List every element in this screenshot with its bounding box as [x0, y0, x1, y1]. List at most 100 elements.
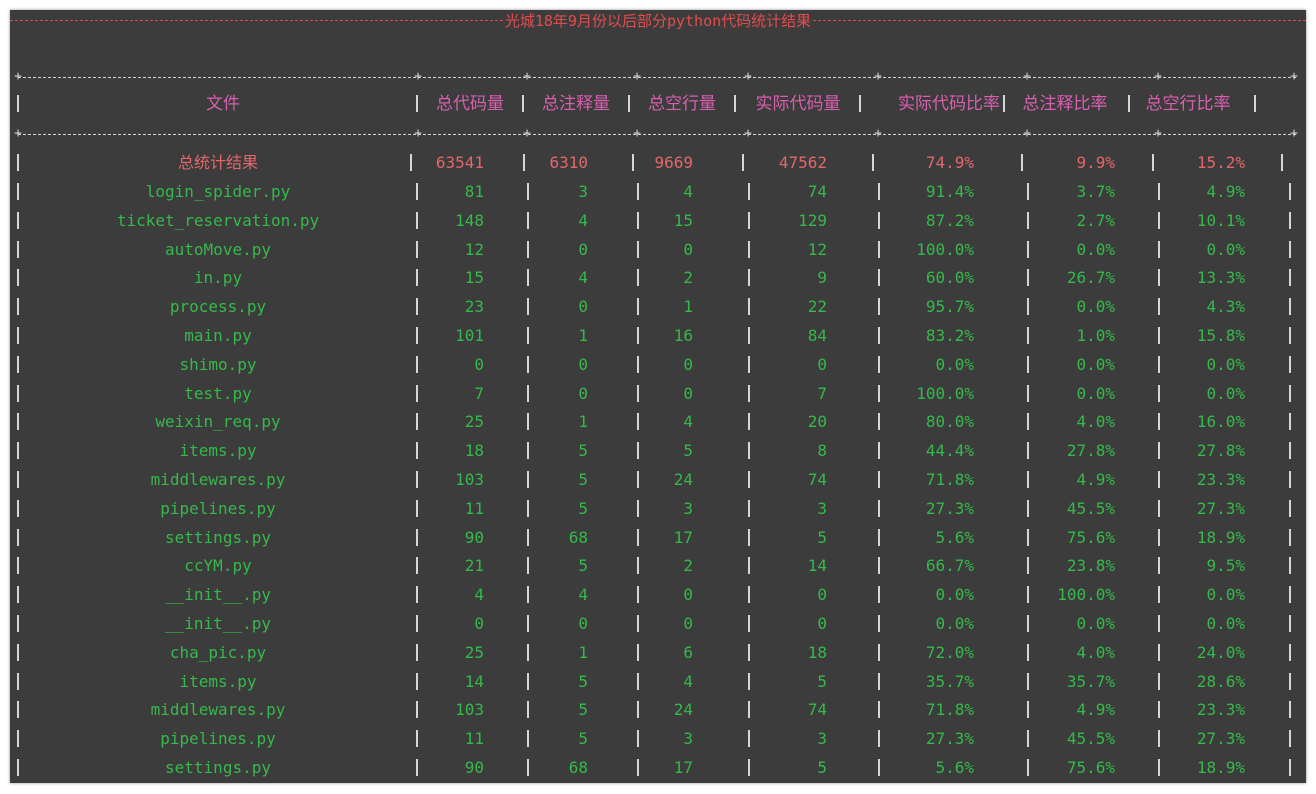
- table-row: __init__.py 0 0 0 0 0.0% 0.0% 0.0%: [10, 610, 1306, 638]
- header-bottom-border: [18, 134, 1296, 135]
- file-name-cell: weixin_req.py: [155, 412, 281, 432]
- column-divider: [1289, 240, 1291, 258]
- value-cell: 75.6%: [1066, 527, 1115, 547]
- terminal-window: 光城18年9月份以后部分python代码统计结果 + + + + + + + + + 文件 总代码量…: [10, 10, 1306, 783]
- column-divider: [1289, 643, 1291, 661]
- file-name-cell: items.py: [179, 671, 257, 691]
- summary-row: 总统计结果 63541 6310 9669 47562 74.9% 9.9% 15.2%: [10, 149, 1306, 177]
- column-divider: [17, 327, 19, 344]
- value-cell: 4.9%: [1206, 182, 1245, 201]
- border-corner: +: [14, 126, 22, 141]
- value-cell: 0: [683, 614, 693, 633]
- value-cell: 21: [464, 556, 484, 576]
- value-cell: 4: [578, 268, 588, 288]
- file-name-cell: pipelines.py: [160, 498, 276, 518]
- table-top-border: [18, 77, 1296, 78]
- value-cell: 0: [474, 614, 484, 633]
- value-cell: 3: [817, 729, 827, 749]
- value-cell: 47562: [778, 153, 827, 172]
- file-name-cell: middlewares.py: [150, 700, 286, 720]
- value-cell: 101: [455, 326, 484, 345]
- value-cell: 5: [578, 498, 588, 518]
- value-cell: 100.0%: [916, 383, 974, 403]
- value-cell: 7: [474, 383, 484, 403]
- column-divider: [17, 701, 19, 719]
- column-divider: [17, 759, 19, 776]
- value-cell: 7: [817, 383, 827, 403]
- table-row: pipelines.py 11 5 3 3 27.3% 45.5% 27.3%: [10, 725, 1306, 753]
- value-cell: 6: [683, 642, 693, 662]
- value-cell: 24: [673, 700, 693, 720]
- border-corner: +: [523, 69, 531, 84]
- value-cell: 5: [578, 470, 588, 489]
- value-cell: 3: [683, 729, 693, 749]
- column-divider: [1289, 615, 1291, 632]
- value-cell: 0: [578, 354, 588, 374]
- value-cell: 25: [464, 642, 484, 662]
- value-cell: 18.9%: [1196, 527, 1245, 547]
- value-cell: 45.5%: [1066, 498, 1115, 518]
- value-cell: 23.8%: [1066, 556, 1115, 576]
- value-cell: 11: [464, 729, 484, 749]
- border-corner: +: [633, 126, 641, 141]
- table-row: shimo.py 0 0 0 0 0.0% 0.0% 0.0%: [10, 351, 1306, 379]
- value-cell: 27.3%: [925, 498, 974, 518]
- value-cell: 27.8%: [1066, 441, 1115, 461]
- column-divider: [1289, 701, 1291, 719]
- border-corner: +: [14, 69, 22, 84]
- column-divider: [1289, 557, 1291, 575]
- value-cell: 17: [673, 758, 693, 777]
- column-divider: [17, 730, 19, 748]
- value-cell: 72.0%: [925, 642, 974, 662]
- value-cell: 15.2%: [1196, 153, 1245, 172]
- column-divider: [17, 643, 19, 661]
- column-divider: [1281, 154, 1283, 171]
- file-name-cell: in.py: [193, 268, 243, 288]
- column-divider: [17, 154, 19, 171]
- file-name-cell: pipelines.py: [160, 729, 276, 749]
- column-divider: [17, 355, 19, 373]
- value-cell: 23.3%: [1196, 700, 1245, 720]
- value-cell: 5: [578, 441, 588, 461]
- value-cell: 74: [807, 700, 827, 720]
- table-row: in.py 15 4 2 9 60.0% 26.7% 13.3%: [10, 264, 1306, 292]
- column-divider: [1289, 211, 1291, 229]
- value-cell: 129: [798, 210, 827, 230]
- value-cell: 18: [464, 441, 484, 461]
- border-corner: +: [1154, 126, 1162, 141]
- value-cell: 66.7%: [925, 556, 974, 576]
- file-name-cell: main.py: [184, 326, 252, 345]
- border-corner: +: [1023, 126, 1031, 141]
- value-cell: 0: [683, 239, 693, 259]
- value-cell: 35.7%: [925, 671, 974, 691]
- border-corner: +: [1154, 69, 1162, 84]
- file-name-cell: autoMove.py: [165, 239, 271, 259]
- value-cell: 12: [464, 239, 484, 259]
- value-cell: 0.0%: [935, 614, 974, 633]
- value-cell: 17: [673, 527, 693, 547]
- value-cell: 22: [807, 297, 827, 317]
- value-cell: 35.7%: [1066, 671, 1115, 691]
- table-row: middlewares.py 103 5 24 74 71.8% 4.9% 23.3%: [10, 466, 1306, 494]
- value-cell: 8: [817, 441, 827, 461]
- value-cell: 44.4%: [925, 441, 974, 461]
- column-divider: [1289, 384, 1291, 402]
- value-cell: 15.8%: [1196, 326, 1245, 345]
- value-cell: 9.5%: [1206, 556, 1245, 576]
- value-cell: 0: [817, 614, 827, 633]
- value-cell: 5: [817, 758, 827, 777]
- value-cell: 27.3%: [1196, 498, 1245, 518]
- value-cell: 0.0%: [1206, 354, 1245, 374]
- column-divider: [17, 615, 19, 632]
- column-header[interactable]: 文件: [123, 90, 323, 118]
- value-cell: 0: [683, 354, 693, 374]
- column-divider: [17, 298, 19, 316]
- value-cell: 0: [474, 354, 484, 374]
- title-dash-right: [813, 20, 1306, 21]
- value-cell: 90: [464, 527, 484, 547]
- value-cell: 4.9%: [1076, 700, 1115, 720]
- column-header[interactable]: 总空行比率: [1088, 90, 1288, 118]
- column-divider: [17, 499, 19, 517]
- border-corner: +: [744, 69, 752, 84]
- value-cell: 25: [464, 412, 484, 432]
